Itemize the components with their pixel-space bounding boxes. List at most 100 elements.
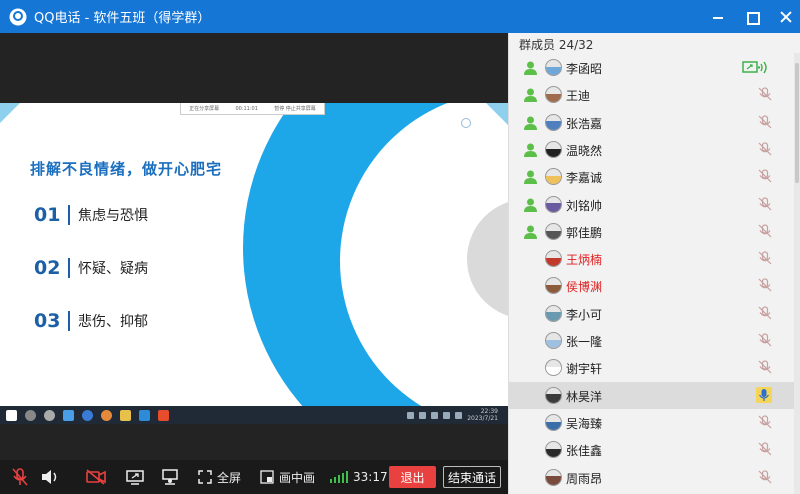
member-row[interactable]: 谢宇轩 [509,354,795,381]
member-panel: 群成员 24/32 李函昭 王迪 张浩嘉 温晓然 李嘉诚 刘铭帅 郭佳鹏 王炳楠 侯博渊 李小可张… [508,33,800,494]
member-row[interactable]: 郭佳鹏 [509,218,795,245]
member-row[interactable]: 王迪 [509,81,795,108]
camera-toggle[interactable] [86,460,106,494]
member-avatar [545,59,562,76]
pip-button[interactable]: 画中画 [260,460,315,494]
avatar-fill [546,175,561,185]
exit-button[interactable]: 退出 [389,466,436,488]
member-online-icon [524,198,537,212]
slide-item-number: 03 [34,310,61,332]
mic-off-icon [12,468,28,486]
maximize-icon[interactable] [746,11,760,25]
member-row[interactable]: 张佳鑫 [509,436,795,463]
member-row[interactable]: 吴海臻 [509,409,795,436]
mic-toggle[interactable] [12,460,28,494]
member-avatar [545,195,562,213]
member-name: 张浩嘉 [566,116,603,131]
mic-muted-icon [758,278,772,292]
member-online-icon [524,143,537,157]
member-row[interactable]: 温晓然 [509,136,795,163]
slide-item-1: 01 焦虑与恐惧 [34,204,148,226]
avatar-fill [546,66,561,75]
member-row[interactable]: 张一隆 [509,327,795,354]
pip-label: 画中画 [279,470,316,485]
member-row[interactable]: 周雨昂 [509,464,795,491]
slide-item-number: 02 [34,257,61,279]
qq-logo-icon [9,8,27,25]
avatar-fill [546,121,561,130]
scrollbar-thumb[interactable] [795,63,799,183]
exit-button-wrap: 退出 [389,460,436,494]
tray-network-icon [431,411,439,419]
signal-strength-icon [330,471,348,483]
member-row[interactable]: 张浩嘉 [509,109,795,136]
slide-item-number: 01 [34,204,61,226]
member-name: 李函昭 [566,62,603,76]
member-row[interactable]: 侯博渊 [509,272,795,299]
member-row[interactable]: 李函昭 [509,54,795,81]
pen-app-icon [63,409,74,421]
avatar-fill [546,476,561,485]
member-avatar [545,86,562,104]
member-row[interactable]: 李小可 [509,300,795,327]
avatar-fill [546,257,561,267]
mic-muted-icon [758,251,772,265]
presentation-icon [162,469,178,485]
member-avatar [545,413,562,431]
qq-call-window: QQ电话 - 软件五班（得学群） 正在分享屏幕 00:11:01 暂停 停止共享… [0,0,800,494]
member-online-icon [524,170,537,185]
mic-muted-icon [758,142,772,156]
member-name: 王炳楠 [566,253,603,268]
mic-muted-icon [758,333,772,347]
browser-icon [82,409,93,421]
mic-muted-icon [758,224,772,238]
member-online-icon [524,88,537,103]
avatar-fill [546,448,561,458]
member-row[interactable]: 林昊洋 [509,381,795,409]
minimize-icon[interactable] [712,11,724,23]
presentation-button[interactable] [160,460,180,494]
member-avatar [545,304,562,322]
task-view-icon [44,409,55,421]
call-control-bar: 全屏 画中画 33:17 退出 结束通话 [0,460,508,494]
share-toolbar-text-2: 00:11:01 [235,105,258,112]
member-name: 李小可 [566,307,603,322]
member-avatar [545,222,562,240]
member-name: 林昊洋 [566,389,603,404]
member-avatar [545,113,562,131]
slide-dot-icon [461,118,471,128]
share-screen-button[interactable] [126,460,144,494]
share-toolbar-text-1: 正在分享屏幕 [189,106,220,112]
member-row[interactable]: 刘铭帅 [509,191,795,218]
slide-item-2: 02 怀疑、疑病 [34,257,148,279]
speaker-toggle[interactable] [40,460,60,494]
presentation-slide: 正在分享屏幕 00:11:01 暂停 停止共享屏幕 排解不良情绪，做开心肥宅 0… [0,103,508,406]
share-toolbar-strip: 正在分享屏幕 00:11:01 暂停 停止共享屏幕 [180,103,325,115]
member-row[interactable]: 王炳楠 [509,245,795,272]
member-name: 刘铭帅 [566,198,603,213]
avatar-fill [546,203,561,212]
slide-item-divider [68,205,70,225]
close-icon[interactable] [780,11,792,23]
slide-item-divider [68,311,70,331]
member-avatar [545,359,562,377]
monitor-app-icon [139,409,150,421]
tray-ime-icon [455,411,463,419]
mic-muted-icon [758,442,772,456]
window-controls [712,0,792,33]
avatar-fill [546,394,561,403]
member-name: 张一隆 [566,335,603,349]
slide-item-text: 怀疑、疑病 [78,261,148,277]
member-row[interactable]: 李嘉诚 [509,163,795,190]
member-online-icon [524,116,537,130]
member-avatar [545,277,562,295]
avatar-fill [546,285,561,294]
fullscreen-icon [198,470,212,484]
call-status: 33:17 [330,460,388,494]
screen-sharing-icon [742,61,767,74]
fullscreen-button[interactable]: 全屏 [198,460,241,494]
member-list-scrollbar[interactable] [794,53,800,494]
mic-muted-icon [758,360,772,374]
shared-screen-view[interactable]: 正在分享屏幕 00:11:01 暂停 停止共享屏幕 排解不良情绪，做开心肥宅 0… [0,33,508,460]
end-call-button[interactable]: 结束通话 [443,466,501,488]
